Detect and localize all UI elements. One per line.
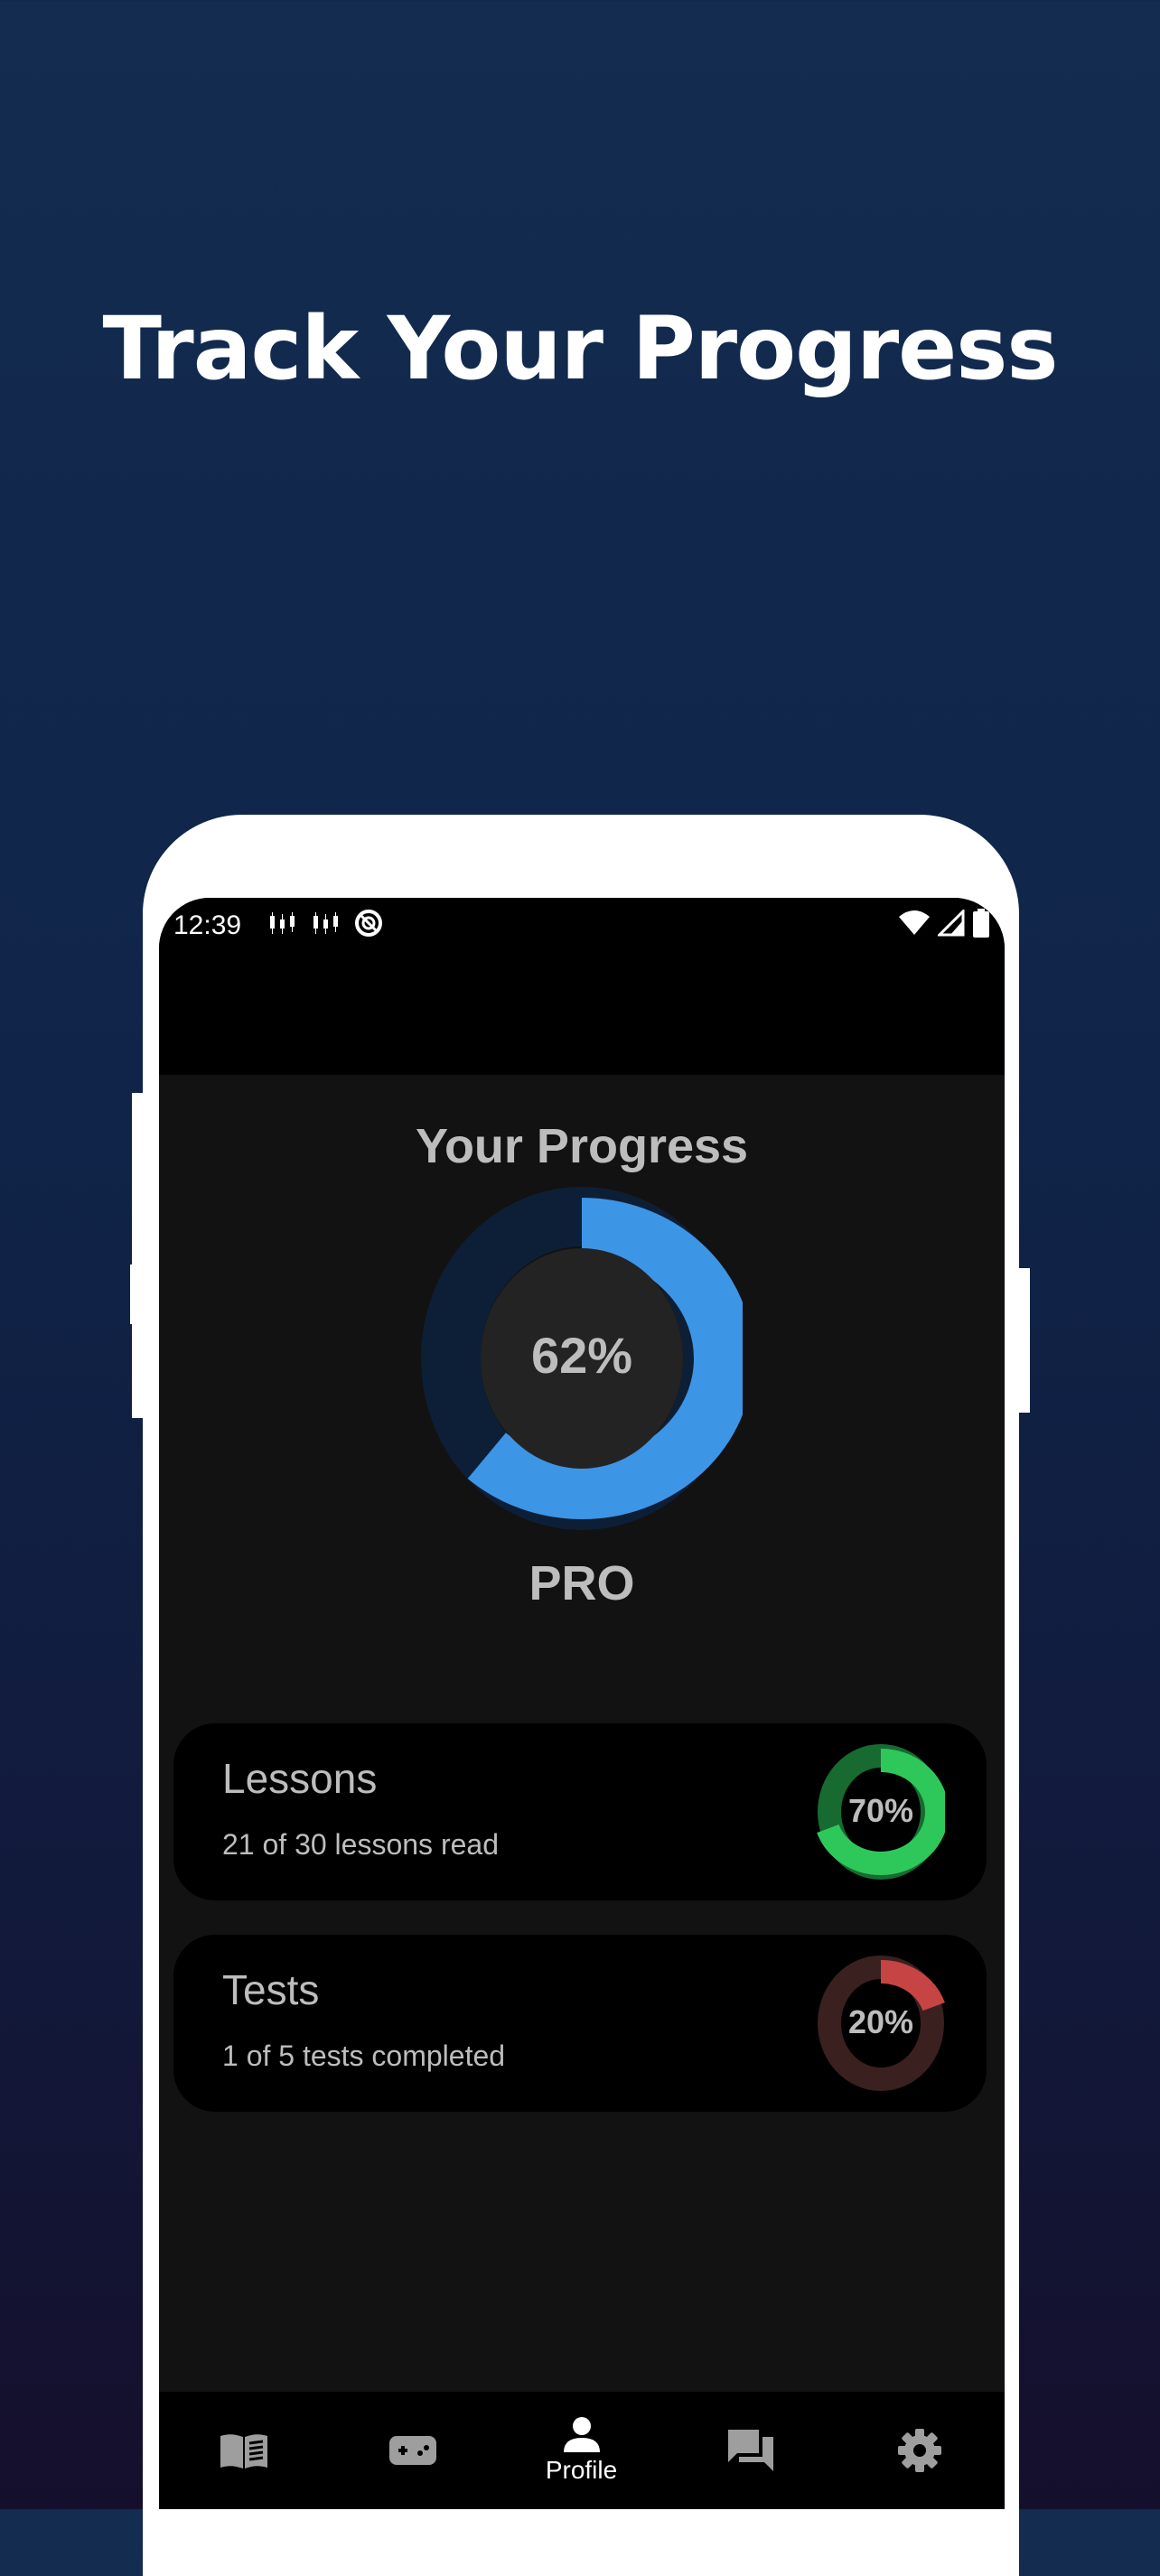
status-time: 12:39 [173, 910, 242, 940]
lessons-card[interactable]: Lessons 21 of 30 lessons read 70% [173, 1723, 987, 1900]
tests-percent: 20% [847, 2003, 914, 2040]
status-system-icons [898, 909, 990, 938]
chat-icon [727, 2430, 773, 2471]
phone-side-button-right [1017, 1268, 1030, 1413]
chart-candles-icon [313, 912, 338, 934]
chart-candles-icon [270, 912, 295, 934]
progress-title: Your Progress [415, 1119, 749, 1173]
nav-item-chat[interactable] [666, 2392, 835, 2509]
gamepad-icon [388, 2436, 436, 2465]
lessons-percent: 70% [847, 1792, 914, 1829]
wifi-icon [899, 910, 930, 935]
nav-label-profile: Profile [545, 2456, 618, 2484]
lessons-title: Lessons [222, 1755, 378, 1802]
person-icon [563, 2417, 600, 2452]
book-icon [220, 2434, 267, 2469]
tests-card[interactable]: Tests 1 of 5 tests completed 20% [173, 1935, 987, 2112]
tests-subtitle: 1 of 5 tests completed [222, 2039, 506, 2072]
gear-icon [897, 2429, 941, 2472]
nav-item-profile[interactable]: Profile [497, 2392, 666, 2509]
battery-icon [973, 909, 989, 938]
nav-item-settings[interactable] [835, 2392, 1004, 2509]
phone-side-button-left [132, 1093, 145, 1418]
lessons-subtitle: 21 of 30 lessons read [222, 1828, 499, 1861]
overall-percent: 62% [530, 1327, 633, 1384]
do-not-disturb-icon [355, 910, 382, 937]
phone-volume-button [130, 1265, 148, 1324]
nav-item-lessons[interactable] [159, 2392, 328, 2509]
phone-screen: 12:39 Your Progress 62% PRO Lessons 21 o… [159, 898, 1005, 2509]
bottom-nav: Profile [159, 2392, 1005, 2509]
level-badge: PRO [529, 1556, 635, 1610]
tests-title: Tests [222, 1966, 320, 2013]
promo-headline: Track Your Progress [102, 298, 1058, 399]
status-bar: 12:39 [159, 898, 1005, 1075]
signal-icon [938, 910, 965, 937]
nav-item-games[interactable] [328, 2392, 497, 2509]
status-notification-icons [267, 909, 383, 938]
